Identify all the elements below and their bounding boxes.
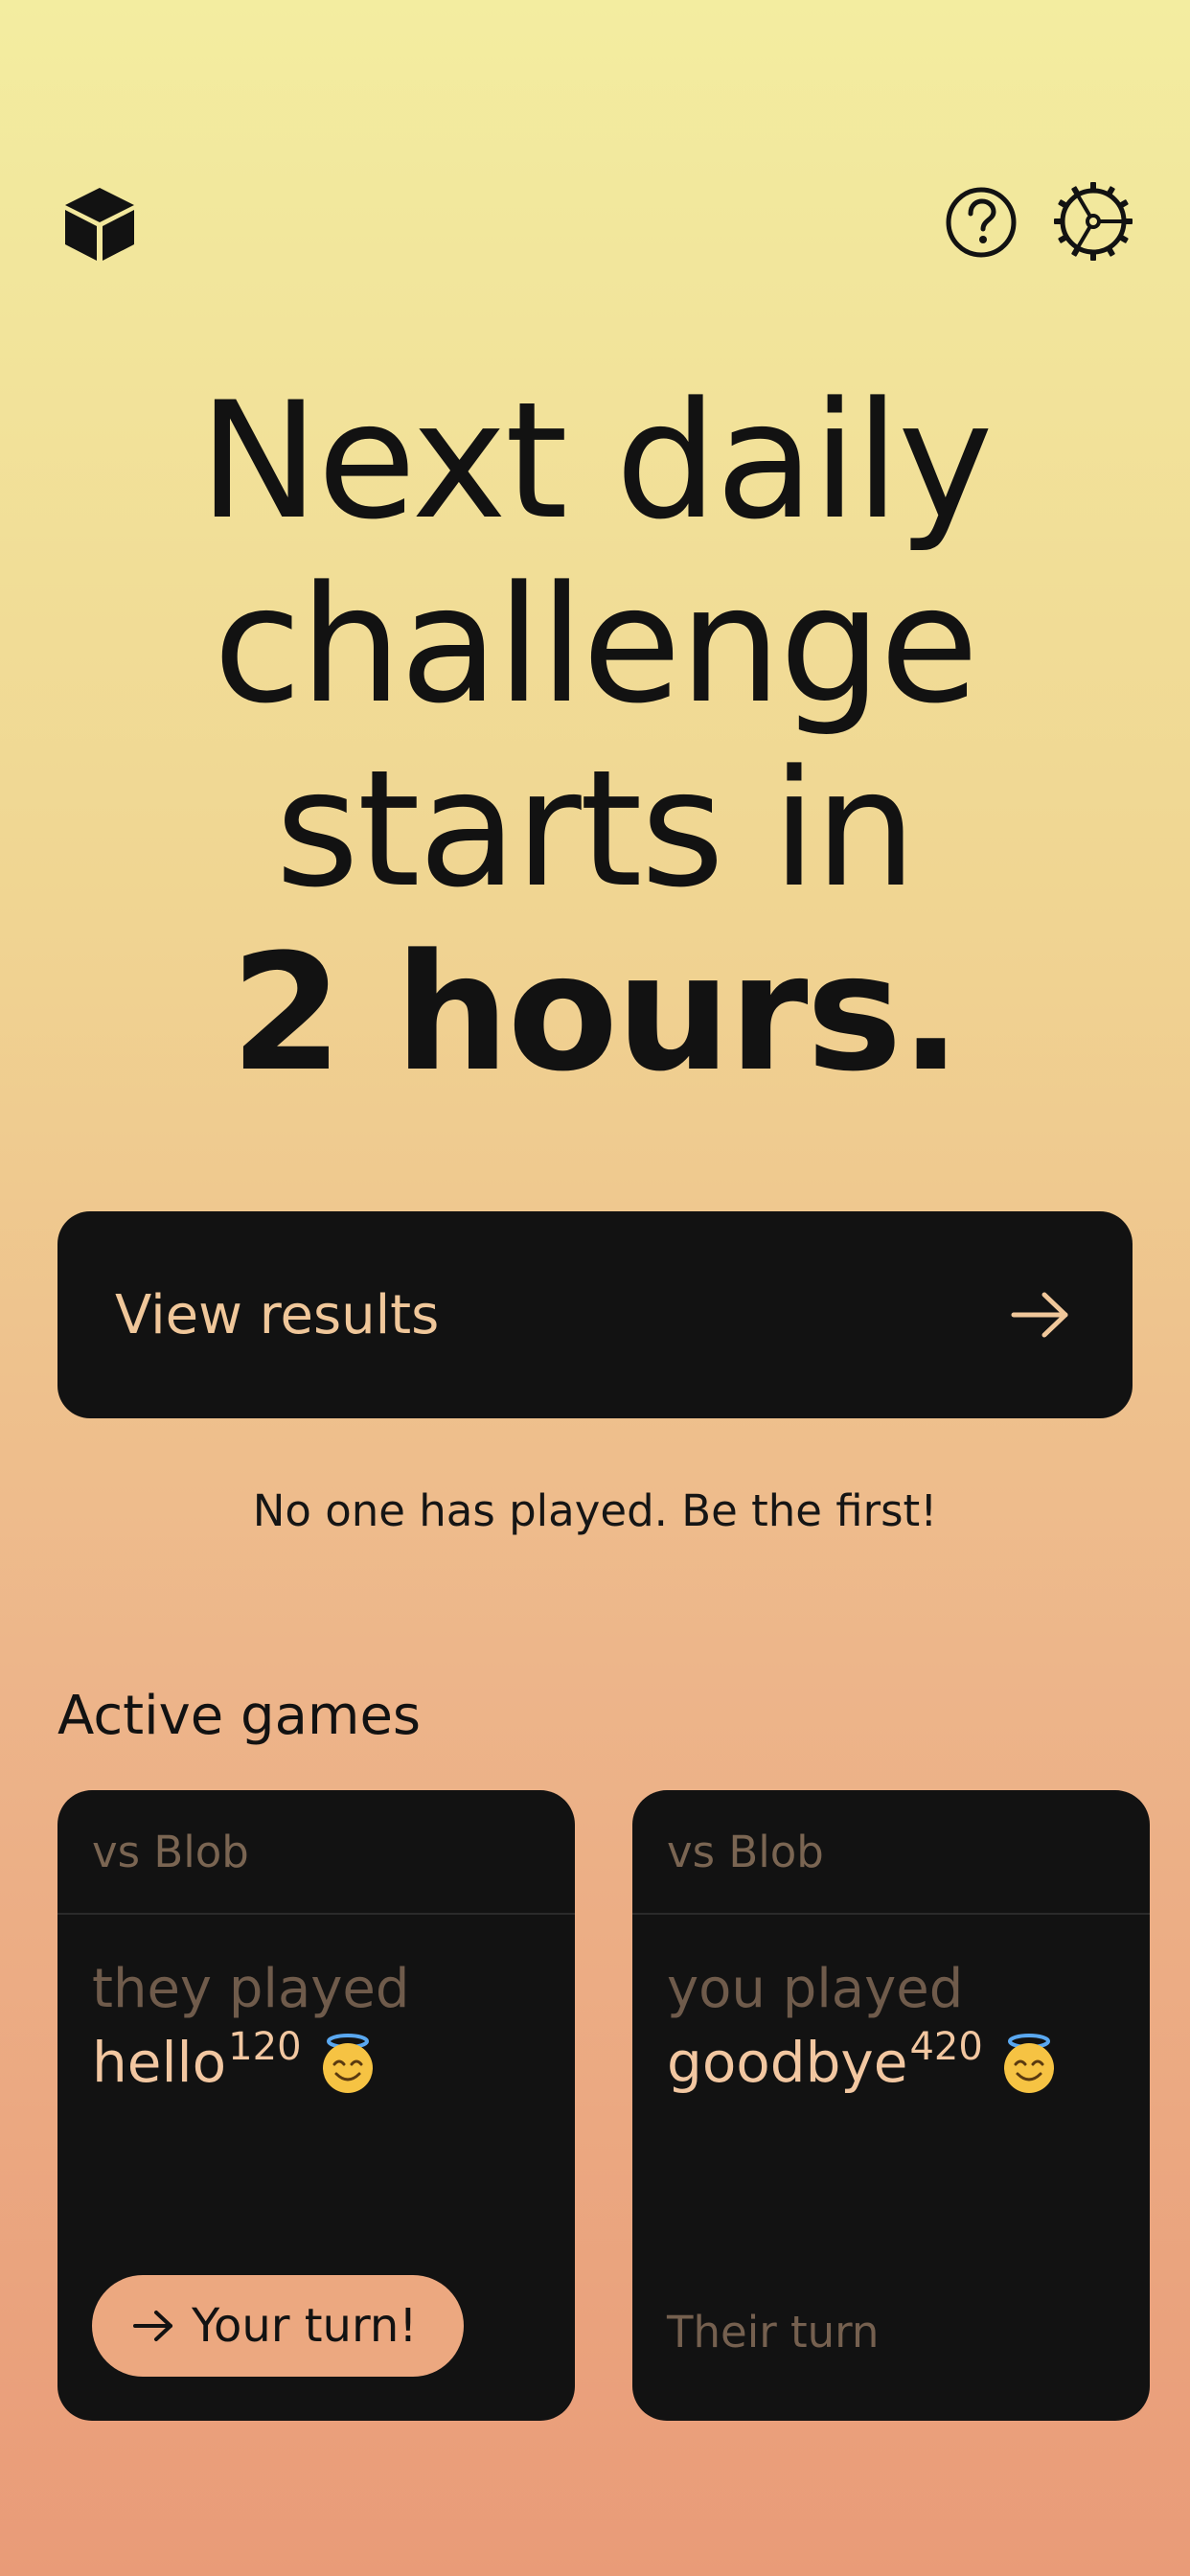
played-word-line: goodbye 420 bbox=[667, 2024, 1115, 2101]
active-games-heading: Active games bbox=[57, 1685, 422, 1747]
view-results-label: View results bbox=[115, 1283, 440, 1346]
headline-line-1: Next daily bbox=[198, 367, 993, 555]
top-bar bbox=[57, 182, 1133, 273]
your-turn-button[interactable]: Your turn! bbox=[92, 2275, 464, 2377]
no-players-notice: No one has played. Be the first! bbox=[252, 1485, 938, 1536]
card-body: they played hello 120 bbox=[57, 1915, 575, 2101]
played-label: you played bbox=[667, 1958, 964, 2020]
question-circle-icon[interactable] bbox=[945, 186, 1018, 259]
smiling-face-with-halo-icon bbox=[317, 2034, 378, 2095]
game-card[interactable]: vs Blob you played goodbye 420 Their tur… bbox=[632, 1790, 1150, 2421]
opponent-label: vs Blob bbox=[632, 1790, 1150, 1915]
arrow-right-icon bbox=[1010, 1291, 1071, 1339]
word-score: 120 bbox=[228, 2025, 302, 2069]
played-label: they played bbox=[92, 1958, 410, 2020]
card-body: you played goodbye 420 bbox=[632, 1915, 1150, 2101]
gear-icon[interactable] bbox=[1054, 182, 1133, 261]
word-score: 420 bbox=[909, 2025, 983, 2069]
opponent-label: vs Blob bbox=[57, 1790, 575, 1915]
played-word-line: hello 120 bbox=[92, 2024, 540, 2101]
headline-line-2: challenge bbox=[213, 551, 979, 739]
played-word: goodbye bbox=[667, 2030, 908, 2095]
arrow-right-icon bbox=[132, 2310, 174, 2342]
played-word: hello bbox=[92, 2030, 227, 2095]
your-turn-label: Your turn! bbox=[192, 2299, 418, 2353]
headline-line-3: starts in bbox=[275, 735, 916, 923]
headline-line-4: 2 hours. bbox=[230, 919, 962, 1107]
their-turn-status: Their turn bbox=[667, 2307, 880, 2358]
view-results-button[interactable]: View results bbox=[57, 1211, 1133, 1418]
game-card[interactable]: vs Blob they played hello 120 Your turn! bbox=[57, 1790, 575, 2421]
smiling-face-with-halo-icon bbox=[998, 2034, 1060, 2095]
page-title: Next daily challenge starts in 2 hours. bbox=[0, 369, 1190, 1105]
cube-icon[interactable] bbox=[63, 186, 136, 263]
